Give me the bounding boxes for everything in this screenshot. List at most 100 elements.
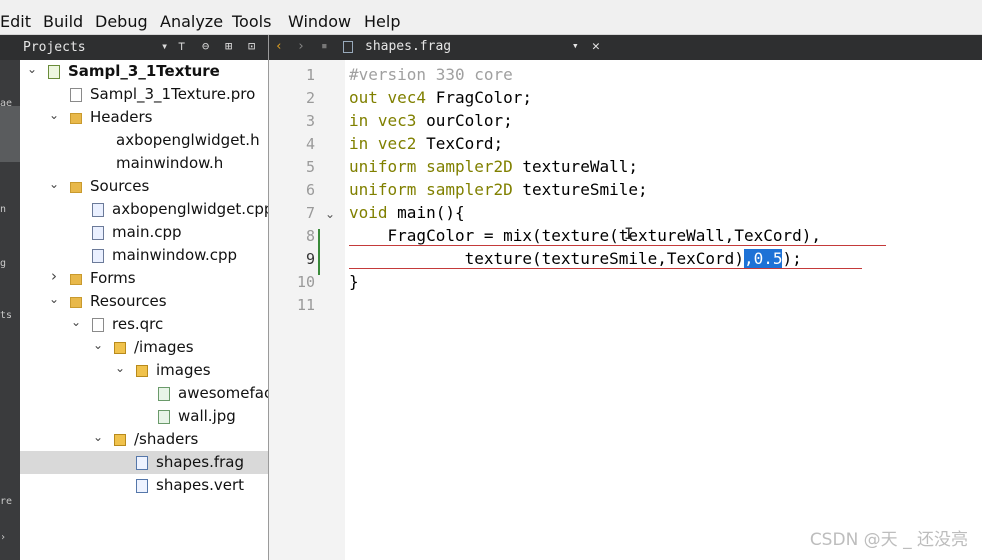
tree-item-label: Forms [90, 269, 136, 287]
folder-dark-icon [114, 434, 126, 446]
code-token: ourColor; [426, 111, 513, 130]
mode-label[interactable]: n [0, 204, 6, 215]
menu-window[interactable]: Window [288, 12, 351, 32]
dropdown-icon[interactable]: ▾ [161, 39, 168, 53]
mode-selected-highlight [0, 106, 20, 162]
split-icon[interactable]: ⊞ [225, 39, 232, 53]
mode-label[interactable]: ae [0, 98, 12, 109]
line-number: 5 [305, 158, 315, 176]
dropdown-icon[interactable]: ▾ [572, 39, 579, 52]
menu-edit[interactable]: Edit [0, 12, 31, 32]
fold-arrow-icon[interactable]: ⌄ [325, 207, 335, 221]
mode-label[interactable]: ts [0, 310, 12, 321]
code-line[interactable]: uniform sampler2D textureSmile; [349, 180, 648, 199]
expand-arrow-icon[interactable]: ⌄ [48, 177, 60, 191]
code-line[interactable]: void main(){ [349, 203, 465, 222]
menu-debug[interactable]: Debug [95, 12, 148, 32]
tree-item[interactable]: ⌄ /shaders [20, 428, 268, 451]
line-number: 6 [305, 181, 315, 199]
line-number: 9 [305, 250, 315, 268]
cpp-icon [92, 203, 104, 217]
mode-label[interactable]: g [0, 258, 6, 269]
tree-item-label: shapes.vert [156, 476, 245, 494]
line-number: 11 [296, 296, 315, 314]
expand-arrow-icon[interactable]: ⌄ [92, 430, 104, 444]
menu-help[interactable]: Help [364, 12, 400, 32]
tree-item[interactable]: ⌄ Resources [20, 290, 268, 313]
code-line[interactable]: } [349, 272, 359, 291]
error-underline [349, 245, 886, 246]
tree-item-label: /shaders [134, 430, 199, 448]
tree-item-label: axbopenglwidget.cpp [112, 200, 268, 218]
tree-item-label: Sources [90, 177, 150, 195]
tree-item-label: main.cpp [112, 223, 182, 241]
code-line[interactable]: uniform sampler2D textureWall; [349, 157, 638, 176]
menu-tools[interactable]: Tools [232, 12, 271, 32]
tree-item[interactable]: axbopenglwidget.h [20, 129, 268, 152]
expand-arrow-icon[interactable]: ⌄ [48, 108, 60, 122]
tree-item[interactable]: ⌄ images [20, 359, 268, 382]
tree-item[interactable]: awesomefac [20, 382, 268, 405]
code-token: texture(textureSmile,TexCord) [349, 249, 744, 268]
cpp-icon [92, 226, 104, 240]
code-line[interactable]: texture(textureSmile,TexCord),0.5); [349, 249, 802, 268]
projects-pane-header: Projects ▾ ⊤ ⊖ ⊞ ⊡ [20, 35, 268, 60]
tree-item[interactable]: axbopenglwidget.cpp [20, 198, 268, 221]
tree-item[interactable]: ⌄ Sources [20, 175, 268, 198]
folder-dark-icon [114, 342, 126, 354]
code-token: out vec4 [349, 88, 436, 107]
tree-item[interactable]: main.cpp [20, 221, 268, 244]
tree-item[interactable]: Sampl_3_1Texture.pro [20, 83, 268, 106]
collapse-arrow-icon[interactable]: › [48, 267, 60, 285]
tree-item[interactable]: mainwindow.cpp [20, 244, 268, 267]
line-number: 10 [296, 273, 315, 291]
tree-item-label: images [156, 361, 211, 379]
tree-item[interactable]: mainwindow.h [20, 152, 268, 175]
proj-icon [48, 65, 60, 79]
tree-item[interactable]: shapes.vert [20, 474, 268, 497]
code-token: #version 330 core [349, 65, 513, 84]
text-cursor-icon: I [624, 224, 634, 243]
line-number: 1 [305, 66, 315, 84]
code-line[interactable]: out vec4 FragColor; [349, 88, 532, 107]
menu-build[interactable]: Build [43, 12, 83, 32]
file-icon [92, 318, 104, 332]
expand-arrow-icon[interactable]: › [0, 532, 6, 543]
code-line[interactable]: in vec2 TexCord; [349, 134, 503, 153]
expand-arrow-icon[interactable]: ⌄ [70, 315, 82, 329]
tree-item[interactable]: › Forms [20, 267, 268, 290]
filter-icon[interactable]: ⊤ [178, 39, 185, 53]
code-line[interactable]: #version 330 core [349, 65, 513, 84]
folder-icon [70, 113, 82, 124]
code-line[interactable]: FragColor = mix(texture(textureWall,TexC… [349, 226, 821, 245]
link-icon[interactable]: ⊖ [202, 39, 209, 53]
tab-filename[interactable]: shapes.frag [365, 39, 451, 54]
tree-item-label: wall.jpg [178, 407, 236, 425]
mode-sidebar: ae n g ts re › [0, 60, 20, 560]
expand-arrow-icon[interactable]: ⌄ [92, 338, 104, 352]
tree-item-label: mainwindow.cpp [112, 246, 238, 264]
menu-analyze[interactable]: Analyze [160, 12, 223, 32]
code-line[interactable]: in vec3 ourColor; [349, 111, 513, 130]
tree-item-label: shapes.frag [156, 453, 245, 471]
expand-arrow-icon[interactable]: ⌄ [114, 361, 126, 375]
projects-title[interactable]: Projects [23, 40, 86, 55]
tree-item[interactable]: ⌄ res.qrc [20, 313, 268, 336]
tree-item[interactable]: ⌄ /images [20, 336, 268, 359]
tree-item[interactable]: ⌄ Sampl_3_1Texture [20, 60, 268, 83]
back-icon[interactable]: ‹ [275, 39, 283, 54]
expand-arrow-icon[interactable]: ⌄ [48, 292, 60, 306]
tree-item[interactable]: ⌄ Headers [20, 106, 268, 129]
close-icon[interactable]: ✕ [592, 39, 600, 54]
forward-icon[interactable]: › [297, 39, 305, 54]
tree-item[interactable]: shapes.frag [20, 451, 268, 474]
line-number: 7 [305, 204, 315, 222]
expand-arrow-icon[interactable]: ⌄ [26, 62, 38, 76]
code-token: textureWall; [522, 157, 638, 176]
close-pane-icon[interactable]: ⊡ [248, 39, 255, 53]
code-token: TexCord; [426, 134, 504, 153]
mode-label[interactable]: re [0, 496, 12, 507]
tree-item-label: res.qrc [112, 315, 164, 333]
file-icon [343, 41, 353, 53]
tree-item[interactable]: wall.jpg [20, 405, 268, 428]
